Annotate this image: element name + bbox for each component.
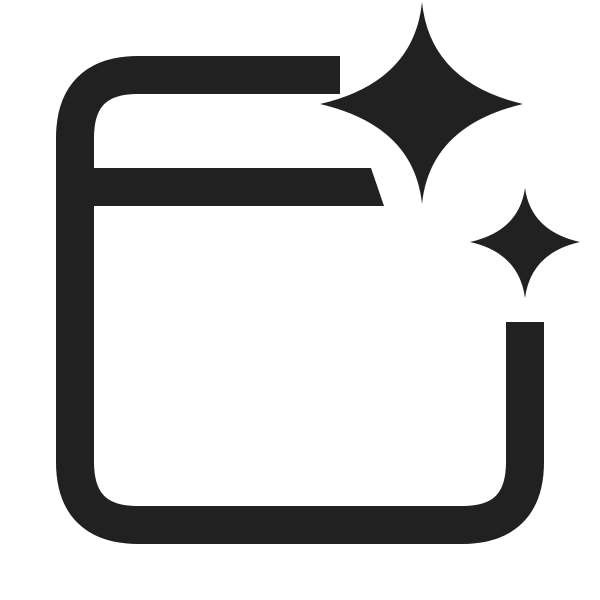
window-sparkle-icon: [56, 2, 580, 544]
icon-canvas: [0, 0, 600, 600]
window-frame-outline: [56, 56, 544, 544]
window-titlebar-divider: [94, 168, 384, 206]
small-sparkle-icon: [470, 188, 580, 298]
